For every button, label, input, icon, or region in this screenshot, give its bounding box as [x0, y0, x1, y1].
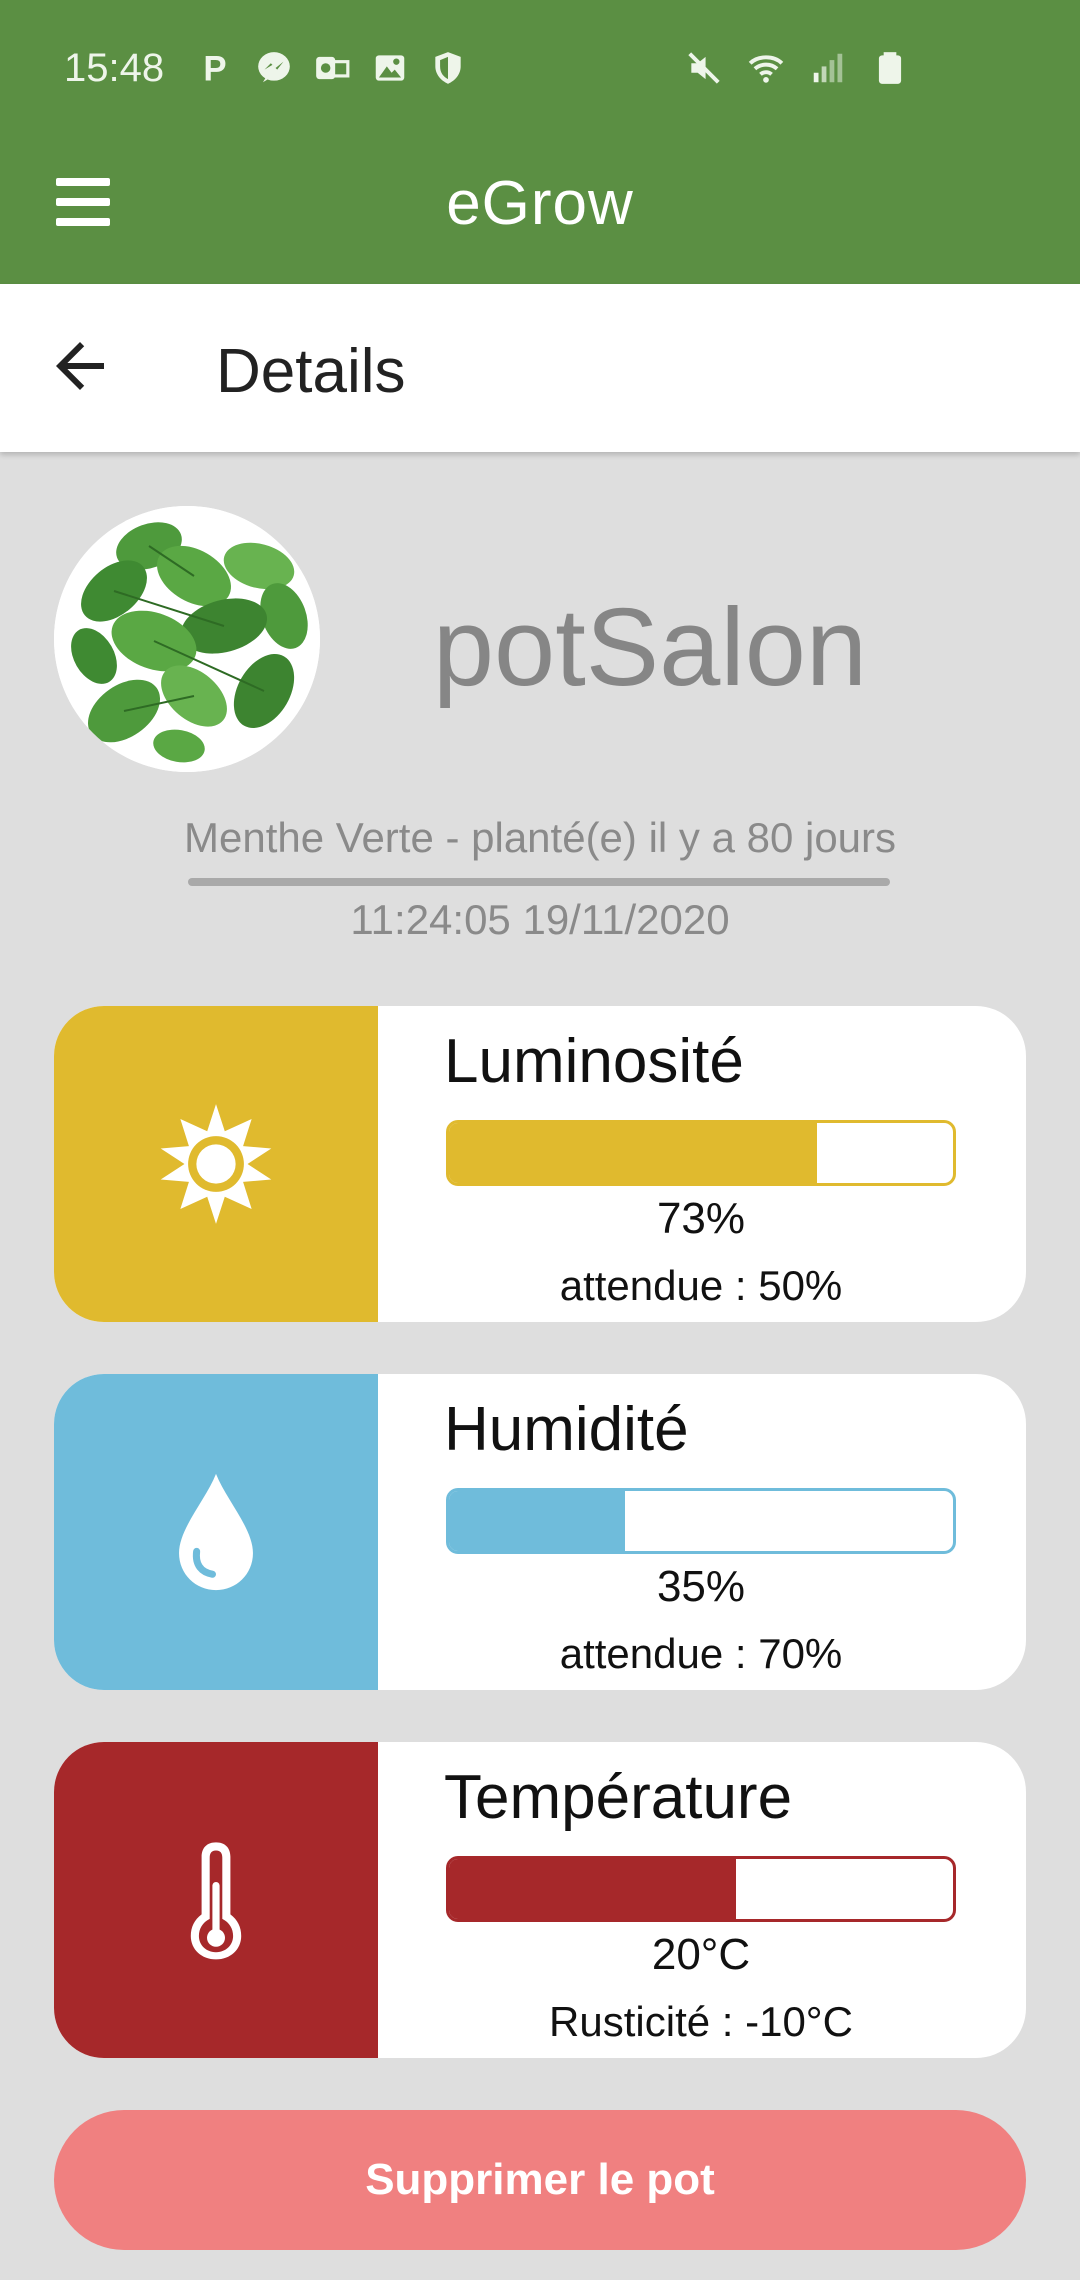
- luminosity-icon-box: [54, 1006, 378, 1322]
- plant-timestamp: 11:24:05 19/11/2020: [350, 896, 730, 943]
- back-arrow-icon[interactable]: [44, 330, 116, 402]
- luminosity-expected: attendue : 50%: [559, 1262, 843, 1309]
- luminosity-progress-fill: [449, 1123, 817, 1183]
- delete-pot-button[interactable]: Supprimer le pot: [54, 2110, 1026, 2250]
- status-time: 15:48: [64, 46, 165, 90]
- temperature-icon-box: [54, 1742, 378, 2058]
- status-notification-icons: P: [196, 48, 468, 88]
- temperature-progress-bar: [446, 1856, 956, 1922]
- temperature-card: Température 20°C Rusticité : -10°C: [54, 1742, 1026, 2058]
- plant-description: Menthe Verte - planté(e) il y a 80 jours: [183, 814, 897, 861]
- humidity-progress-fill: [449, 1491, 626, 1551]
- humidity-expected: attendue : 70%: [559, 1630, 843, 1677]
- luminosity-progress-bar: [446, 1120, 956, 1186]
- outlook-icon: [312, 48, 352, 88]
- temperature-value: 20°C: [651, 1930, 751, 1979]
- luminosity-value: 73%: [656, 1194, 746, 1243]
- luminosity-card: Luminosité 73% attendue : 50%: [54, 1006, 1026, 1322]
- plant-name: potSalon: [432, 586, 868, 709]
- humidity-title: Humidité: [444, 1395, 689, 1464]
- mint-leaves-image: [54, 506, 320, 772]
- details-header: Details: [0, 284, 1080, 452]
- temperature-title: Température: [444, 1763, 793, 1832]
- humidity-card: Humidité 35% attendue : 70%: [54, 1374, 1026, 1690]
- humidity-value: 35%: [656, 1562, 746, 1611]
- status-system-icons: [684, 48, 910, 88]
- luminosity-title: Luminosité: [444, 1027, 744, 1096]
- app-title: eGrow: [446, 169, 634, 238]
- temperature-expected: Rusticité : -10°C: [549, 1998, 853, 2045]
- svg-text:P: P: [203, 50, 226, 87]
- app-bar: 15:48 P eGrow: [0, 0, 1080, 284]
- shield-icon: [428, 48, 468, 88]
- humidity-icon-box: [54, 1374, 378, 1690]
- humidity-progress-bar: [446, 1488, 956, 1554]
- mute-icon: [684, 48, 724, 88]
- temperature-progress-fill: [449, 1859, 737, 1919]
- page-title: Details: [216, 337, 406, 406]
- status-bar: 15:48 P: [0, 0, 1080, 140]
- p-icon: P: [196, 48, 236, 88]
- wifi-icon: [746, 48, 786, 88]
- divider: [188, 878, 890, 886]
- messenger-icon: [254, 48, 294, 88]
- gallery-icon: [370, 48, 410, 88]
- thermometer-icon: [190, 1842, 242, 1960]
- plant-avatar: [54, 506, 320, 772]
- water-drop-icon: [179, 1473, 253, 1591]
- battery-icon: [870, 48, 910, 88]
- sun-icon: [160, 1104, 272, 1224]
- signal-icon: [808, 48, 848, 88]
